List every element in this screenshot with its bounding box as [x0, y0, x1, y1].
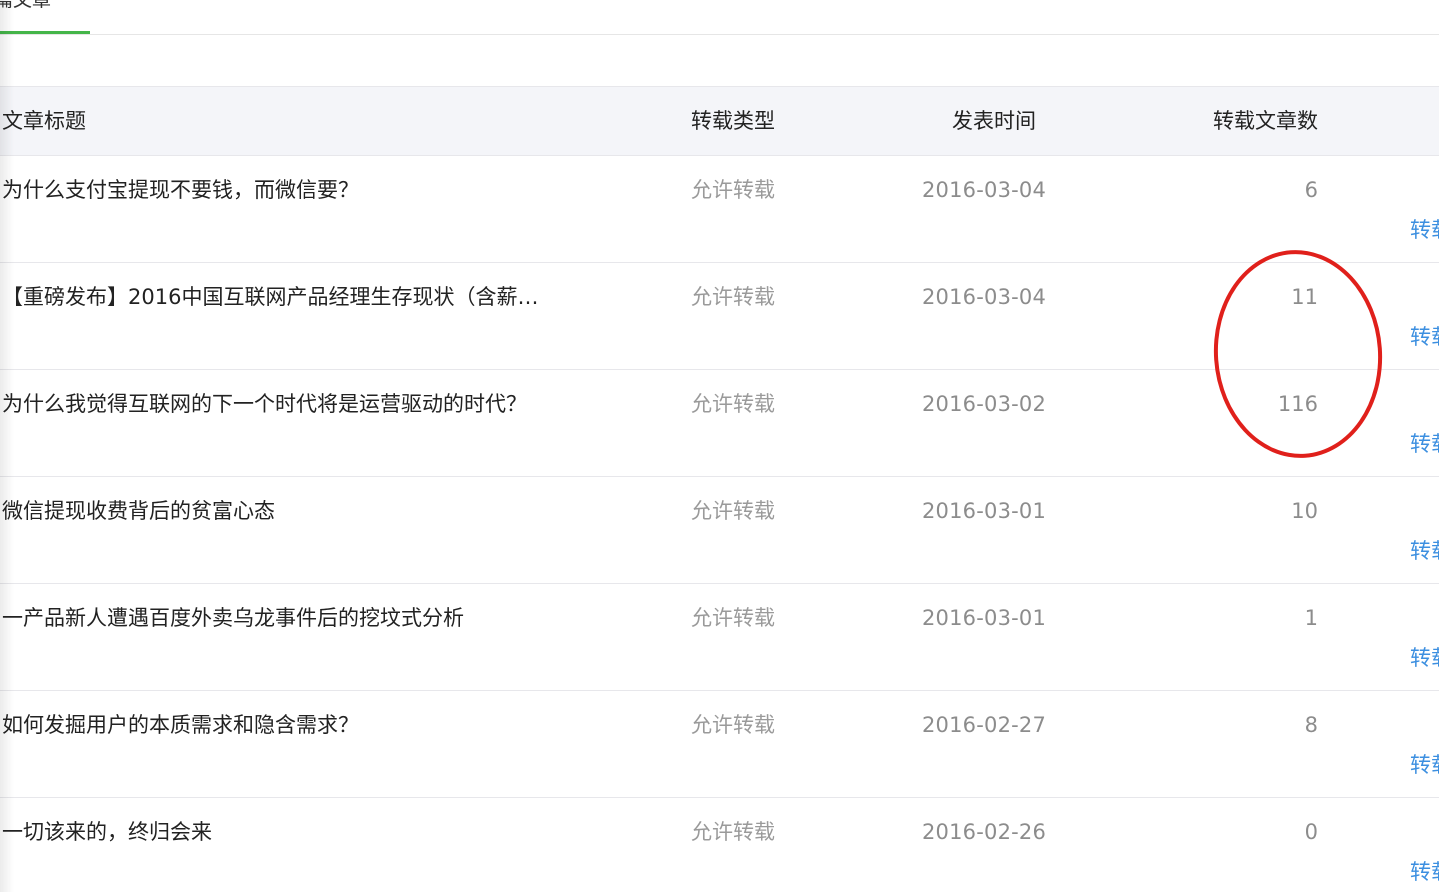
- table-row: 一产品新人遭遇百度外卖乌龙事件后的挖坟式分析 允许转载 2016-03-01 1…: [0, 584, 1439, 691]
- article-list-page: 篇文章 文章标题 转载类型 发表时间 转载文章数 为什么支付宝提现不要钱，而微信…: [0, 0, 1439, 892]
- repost-count: 0: [1304, 820, 1318, 844]
- repost-link[interactable]: 转载: [1410, 321, 1439, 351]
- column-header-count: 转载文章数: [1213, 109, 1318, 133]
- repost-type: 允许转载: [691, 713, 775, 737]
- publish-time: 2016-02-26: [922, 820, 1047, 844]
- publish-time: 2016-03-04: [922, 285, 1047, 309]
- publish-time: 2016-03-01: [922, 606, 1047, 630]
- tab-bar: 篇文章: [0, 0, 1439, 35]
- table-row: 如何发掘用户的本质需求和隐含需求？ 允许转载 2016-02-27 8 转载: [0, 691, 1439, 798]
- repost-link[interactable]: 转载: [1410, 749, 1439, 779]
- table-row: 为什么我觉得互联网的下一个时代将是运营驱动的时代？ 允许转载 2016-03-0…: [0, 370, 1439, 477]
- article-title[interactable]: 为什么我觉得互联网的下一个时代将是运营驱动的时代？: [2, 392, 527, 416]
- table-row: 【重磅发布】2016中国互联网产品经理生存现状（含薪… 允许转载 2016-03…: [0, 263, 1439, 370]
- publish-time: 2016-02-27: [922, 713, 1047, 737]
- repost-type: 允许转载: [691, 606, 775, 630]
- publish-time: 2016-03-04: [922, 178, 1047, 202]
- repost-type: 允许转载: [691, 499, 775, 523]
- column-header-type: 转载类型: [691, 109, 775, 133]
- article-title[interactable]: 一产品新人遭遇百度外卖乌龙事件后的挖坟式分析: [2, 606, 464, 630]
- repost-link[interactable]: 转载: [1410, 856, 1439, 886]
- article-title[interactable]: 【重磅发布】2016中国互联网产品经理生存现状（含薪…: [2, 285, 538, 309]
- publish-time: 2016-03-02: [922, 392, 1047, 416]
- repost-type: 允许转载: [691, 820, 775, 844]
- repost-type: 允许转载: [691, 178, 775, 202]
- repost-count: 10: [1291, 499, 1318, 523]
- publish-time: 2016-03-01: [922, 499, 1047, 523]
- table-row: 为什么支付宝提现不要钱，而微信要？ 允许转载 2016-03-04 6 转载: [0, 156, 1439, 263]
- repost-link[interactable]: 转载: [1410, 535, 1439, 565]
- tab-articles[interactable]: 篇文章: [0, 0, 90, 34]
- repost-count: 116: [1277, 392, 1318, 416]
- article-table-body: 为什么支付宝提现不要钱，而微信要？ 允许转载 2016-03-04 6 转载 【…: [0, 156, 1439, 892]
- table-header: 文章标题 转载类型 发表时间 转载文章数: [0, 86, 1439, 156]
- column-header-title: 文章标题: [2, 109, 86, 133]
- repost-count: 6: [1304, 178, 1318, 202]
- repost-count: 1: [1304, 606, 1318, 630]
- repost-link[interactable]: 转载: [1410, 428, 1439, 458]
- article-title[interactable]: 如何发掘用户的本质需求和隐含需求？: [2, 713, 359, 737]
- table-row: 微信提现收费背后的贫富心态 允许转载 2016-03-01 10 转载: [0, 477, 1439, 584]
- repost-count: 8: [1304, 713, 1318, 737]
- repost-count: 11: [1291, 285, 1318, 309]
- repost-type: 允许转载: [691, 285, 775, 309]
- repost-type: 允许转载: [691, 392, 775, 416]
- column-header-time: 发表时间: [952, 109, 1036, 133]
- article-title[interactable]: 为什么支付宝提现不要钱，而微信要？: [2, 178, 359, 202]
- tab-articles-label: 篇文章: [0, 0, 52, 11]
- repost-link[interactable]: 转载: [1410, 214, 1439, 244]
- article-title[interactable]: 一切该来的，终归会来: [2, 820, 212, 844]
- table-row: 一切该来的，终归会来 允许转载 2016-02-26 0 转载: [0, 798, 1439, 892]
- repost-link[interactable]: 转载: [1410, 642, 1439, 672]
- article-title[interactable]: 微信提现收费背后的贫富心态: [2, 499, 275, 523]
